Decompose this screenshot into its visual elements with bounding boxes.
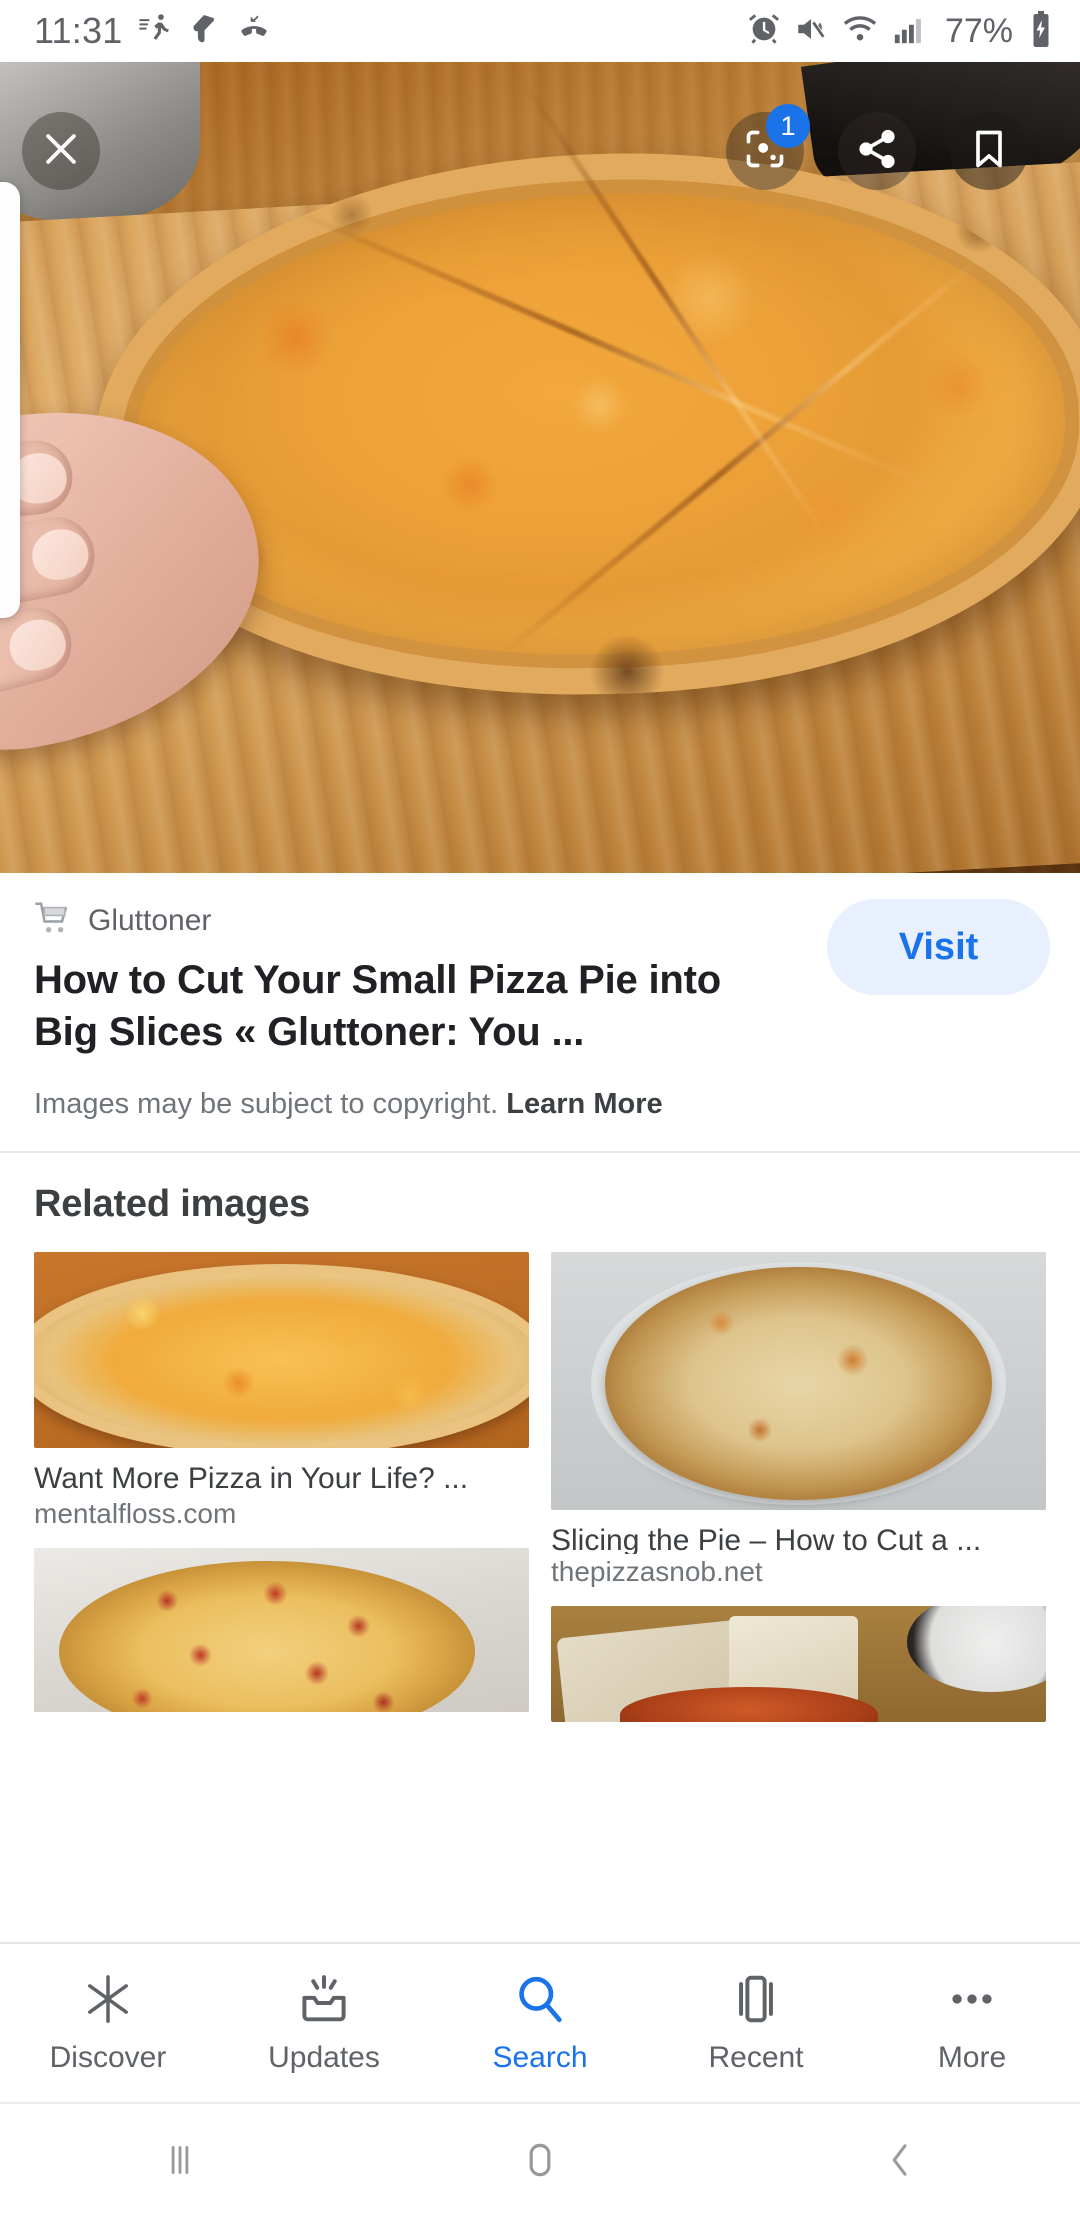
ink-drop-icon [188,12,220,51]
bookmark-button[interactable] [950,112,1028,190]
image-viewer[interactable]: 1 [0,62,1080,873]
back-chevron-icon [877,2137,923,2188]
battery-percent-label: 77% [944,11,1013,50]
wifi-icon [841,12,879,51]
carousel-previous-image-peek[interactable] [0,182,20,618]
nav-item-search[interactable]: Search [432,1971,648,2075]
nav-label: Updates [268,2041,380,2074]
related-image-thumbnail[interactable] [34,1252,529,1448]
search-icon [512,1971,568,2032]
result-info: Visit Gluttoner How to Cut Your Small Pi… [0,873,1080,1151]
related-images-column-left: Want More Pizza in Your Life? ... mental… [34,1252,529,1722]
nav-label: More [937,2041,1007,2074]
related-images-heading: Related images [34,1183,310,1225]
system-navigation-bar [0,2102,1080,2220]
share-icon [855,127,899,176]
bottom-navigation-bar: Discover Updates Search Recent More [0,1942,1080,2102]
copyright-text: Images may be subject to copyright. [34,1088,499,1120]
result-title[interactable]: How to Cut Your Small Pizza Pie into Big… [34,954,754,1058]
finger [0,599,80,727]
pizza-art [34,1263,529,1448]
status-bar-right: 77% [747,10,1054,52]
lens-badge: 1 [766,104,810,148]
status-bar-left: 11:31 [34,10,272,52]
system-back-button[interactable] [720,2137,1080,2188]
pizza-art [605,1267,992,1500]
bookmark-icon [967,127,1011,176]
nav-label: Discover [49,2041,167,2074]
status-bar: 11:31 77% [0,0,1080,62]
signal-bars-icon [892,12,926,51]
nav-label: Recent [708,2041,804,2074]
share-button[interactable] [838,112,916,190]
missed-call-icon [236,12,272,51]
related-image-thumbnail[interactable] [34,1548,529,1712]
related-image-caption[interactable]: Slicing the Pie – How to Cut a ... [551,1524,1046,1554]
nav-item-recent[interactable]: Recent [648,1971,864,2075]
nav-label: Search [492,2041,588,2074]
asterisk-icon [80,1971,136,2032]
visit-button[interactable]: Visit [827,899,1050,995]
close-icon [39,127,83,176]
learn-more-link[interactable]: Learn More [506,1088,662,1120]
system-recents-button[interactable] [0,2137,360,2188]
volume-mute-icon [794,12,828,51]
inbox-updates-icon [296,1971,352,2032]
nav-item-updates[interactable]: Updates [216,1971,432,2075]
battery-charging-icon [1028,10,1054,52]
nav-item-discover[interactable]: Discover [0,1971,216,2075]
copyright-notice: Images may be subject to copyright. Lear… [34,1088,1046,1121]
related-image-caption[interactable]: Want More Pizza in Your Life? ... [34,1462,529,1496]
system-home-button[interactable] [360,2137,720,2188]
more-ellipsis-icon [944,1971,1000,2032]
activity-running-icon [138,12,172,51]
related-images-column-right: Slicing the Pie – How to Cut a ... thepi… [551,1252,1046,1722]
recent-cards-icon [728,1971,784,2032]
source-name: Gluttoner [88,903,212,937]
shopping-cart-icon [34,899,72,942]
related-image-thumbnail[interactable] [551,1606,1046,1722]
nav-item-more[interactable]: More [864,1971,1080,2075]
alarm-icon [747,12,781,51]
google-lens-button[interactable]: 1 [726,104,810,190]
related-images-section: Related images Want More Pizza in Your L… [0,1153,1080,1722]
status-bar-clock: 11:31 [34,10,123,51]
related-image-domain: thepizzasnob.net [551,1556,763,1588]
related-image-thumbnail[interactable] [551,1252,1046,1511]
close-button[interactable] [22,112,100,190]
related-image-domain: mentalfloss.com [34,1498,237,1529]
hero-image[interactable] [0,62,1080,873]
fingernail [3,613,71,677]
fingernail [27,524,93,585]
home-icon [517,2137,563,2188]
dark-pan-art [907,1606,1046,1692]
related-images-grid: Want More Pizza in Your Life? ... mental… [34,1252,1046,1722]
recents-bars-icon [157,2137,203,2188]
